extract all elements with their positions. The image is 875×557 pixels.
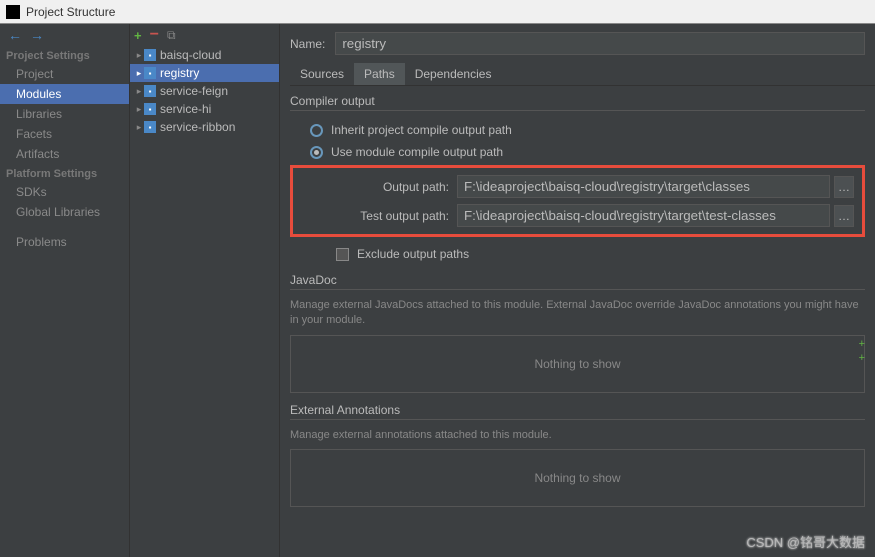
- browse-button[interactable]: …: [834, 205, 854, 227]
- sidebar-item-sdks[interactable]: SDKs: [0, 182, 129, 202]
- sidebar-item-global-libraries[interactable]: Global Libraries: [0, 202, 129, 222]
- chevron-right-icon: ▸: [134, 86, 144, 97]
- add-icon[interactable]: +: [859, 338, 865, 350]
- chevron-right-icon: ▸: [134, 50, 144, 61]
- sidebar-item-artifacts[interactable]: Artifacts: [0, 144, 129, 164]
- module-icon: ▪: [144, 121, 156, 133]
- back-arrow-icon[interactable]: ←: [8, 27, 22, 43]
- use-module-label: Use module compile output path: [331, 145, 503, 159]
- exclude-label: Exclude output paths: [357, 247, 469, 261]
- titlebar: Project Structure: [0, 0, 875, 24]
- name-input[interactable]: [335, 32, 865, 55]
- module-icon: ▪: [144, 49, 156, 61]
- sidebar-item-facets[interactable]: Facets: [0, 124, 129, 144]
- tab-dependencies[interactable]: Dependencies: [405, 63, 502, 85]
- tree-item-service-ribbon[interactable]: ▸ ▪ service-ribbon: [130, 118, 279, 136]
- inherit-label: Inherit project compile output path: [331, 123, 512, 137]
- annotations-list: Nothing to show: [290, 449, 865, 507]
- module-tree: + − ⧉ ▸ ▪ baisq-cloud ▸ ▪ registry ▸ ▪ s…: [130, 24, 280, 557]
- tree-toolbar: + − ⧉: [130, 24, 279, 46]
- use-module-radio-row[interactable]: Use module compile output path: [290, 141, 875, 163]
- radio-icon[interactable]: [310, 146, 323, 159]
- sidebar-item-libraries[interactable]: Libraries: [0, 104, 129, 124]
- chevron-right-icon: ▸: [134, 122, 144, 133]
- output-path-label: Output path:: [339, 180, 449, 194]
- javadoc-list: Nothing to show + +: [290, 335, 865, 393]
- module-icon: ▪: [144, 67, 156, 79]
- tree-item-service-feign[interactable]: ▸ ▪ service-feign: [130, 82, 279, 100]
- remove-icon[interactable]: −: [150, 26, 159, 44]
- annotations-desc: Manage external annotations attached to …: [290, 428, 865, 443]
- radio-icon[interactable]: [310, 124, 323, 137]
- tree-item-baisq-cloud[interactable]: ▸ ▪ baisq-cloud: [130, 46, 279, 64]
- sidebar-heading-platform: Platform Settings: [0, 164, 129, 182]
- forward-arrow-icon[interactable]: →: [30, 27, 44, 43]
- checkbox-icon[interactable]: [336, 248, 349, 261]
- javadoc-desc: Manage external JavaDocs attached to thi…: [290, 298, 865, 329]
- annotations-title: External Annotations: [290, 403, 865, 420]
- name-label: Name:: [290, 37, 325, 51]
- exclude-checkbox-row[interactable]: Exclude output paths: [290, 243, 875, 265]
- settings-sidebar: ← → Project Settings Project Modules Lib…: [0, 24, 130, 557]
- sidebar-heading-project: Project Settings: [0, 46, 129, 64]
- module-content: Name: Sources Paths Dependencies Compile…: [280, 24, 875, 557]
- tab-paths[interactable]: Paths: [354, 63, 405, 85]
- module-icon: ▪: [144, 85, 156, 97]
- watermark: CSDN @铭哥大数据: [746, 532, 865, 551]
- copy-icon[interactable]: ⧉: [167, 28, 176, 43]
- highlighted-paths: Output path: … Test output path: …: [290, 165, 865, 237]
- empty-text: Nothing to show: [534, 471, 620, 485]
- add-icon[interactable]: +: [859, 352, 865, 364]
- tree-item-service-hi[interactable]: ▸ ▪ service-hi: [130, 100, 279, 118]
- browse-button[interactable]: …: [834, 176, 854, 198]
- chevron-right-icon: ▸: [134, 104, 144, 115]
- sidebar-toolbar: ← →: [0, 24, 129, 46]
- empty-text: Nothing to show: [534, 357, 620, 371]
- tree-item-registry[interactable]: ▸ ▪ registry: [130, 64, 279, 82]
- module-icon: ▪: [144, 103, 156, 115]
- output-path-input[interactable]: [457, 175, 830, 198]
- add-icon[interactable]: +: [134, 28, 142, 43]
- sidebar-item-modules[interactable]: Modules: [0, 84, 129, 104]
- content-tabs: Sources Paths Dependencies: [290, 63, 875, 86]
- app-icon: [6, 5, 20, 19]
- sidebar-item-project[interactable]: Project: [0, 64, 129, 84]
- inherit-radio-row[interactable]: Inherit project compile output path: [290, 119, 875, 141]
- javadoc-title: JavaDoc: [290, 273, 865, 290]
- test-output-path-label: Test output path:: [339, 209, 449, 223]
- chevron-right-icon: ▸: [134, 68, 144, 79]
- tab-sources[interactable]: Sources: [290, 63, 354, 85]
- sidebar-item-problems[interactable]: Problems: [0, 232, 129, 252]
- compiler-output-title: Compiler output: [290, 94, 865, 111]
- window-title: Project Structure: [26, 5, 115, 19]
- test-output-path-input[interactable]: [457, 204, 830, 227]
